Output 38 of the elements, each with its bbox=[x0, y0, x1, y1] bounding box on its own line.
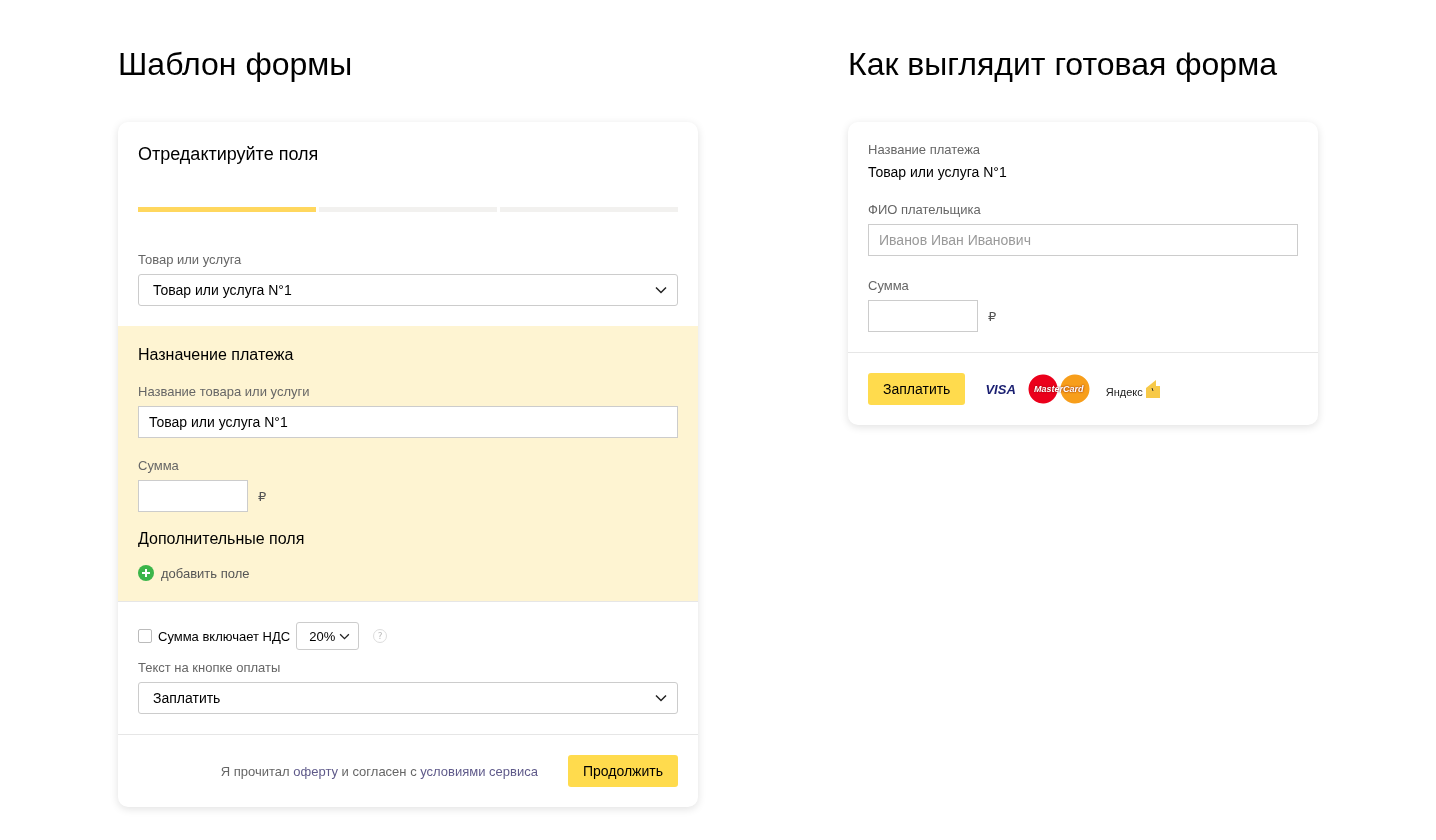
field-label: Текст на кнопке оплаты bbox=[138, 660, 282, 675]
chevron-down-icon bbox=[655, 286, 667, 294]
button-text-select[interactable]: Заплатить bbox=[138, 682, 678, 714]
chevron-down-icon bbox=[339, 632, 351, 640]
field-label: Сумма bbox=[138, 458, 180, 473]
agreement-text: Я прочитал оферту и согласен с условиями сервиса bbox=[220, 763, 538, 779]
section-heading: Назначение платежа bbox=[138, 346, 295, 364]
field-label: Сумма bbox=[868, 278, 910, 293]
currency-sign: ₽ bbox=[258, 488, 267, 504]
chevron-down-icon bbox=[655, 694, 667, 702]
field-label: Название платежа bbox=[868, 142, 982, 157]
continue-button[interactable]: Продолжить bbox=[567, 755, 678, 787]
section-heading: Дополнительные поля bbox=[138, 530, 306, 548]
currency-sign: ₽ bbox=[988, 308, 997, 324]
mastercard-logo: MasterCard bbox=[1027, 374, 1090, 404]
pay-button[interactable]: Заплатить bbox=[868, 373, 966, 405]
payment-name: Товар или услуга N°1 bbox=[868, 164, 1008, 180]
vat-checkbox[interactable] bbox=[138, 629, 152, 643]
yandex-logo-text: Яндекс bbox=[1105, 386, 1143, 398]
product-select[interactable]: Товар или услуга N°1 bbox=[138, 274, 678, 306]
field-label: Товар или услуга bbox=[138, 252, 243, 267]
page-title: Как выглядит готовая форма bbox=[848, 45, 1278, 84]
add-field-link[interactable]: добавить поле bbox=[161, 565, 250, 581]
sum-field[interactable] bbox=[138, 480, 248, 512]
agreement-link[interactable]: оферту bbox=[293, 763, 338, 779]
agreement-link[interactable]: условиями сервиса bbox=[420, 763, 538, 779]
page-title: Шаблон формы bbox=[118, 45, 354, 84]
plus-circle-icon bbox=[138, 565, 154, 581]
card-heading: Отредактируйте поля bbox=[138, 144, 320, 165]
checkbox-label: Сумма включает НДС bbox=[158, 628, 291, 644]
visa-logo: VISA bbox=[985, 381, 1016, 397]
product-name-field[interactable]: Товар или услуга N°1 bbox=[138, 406, 678, 438]
sum-field[interactable] bbox=[868, 300, 978, 332]
field-label: ФИО плательщика bbox=[868, 202, 982, 217]
payer-name-field[interactable]: Иванов Иван Иванович bbox=[868, 224, 1298, 256]
vat-rate-select[interactable]: 20% bbox=[296, 622, 360, 650]
wallet-icon bbox=[1145, 380, 1160, 398]
field-label: Название товара или услуги bbox=[138, 384, 311, 399]
